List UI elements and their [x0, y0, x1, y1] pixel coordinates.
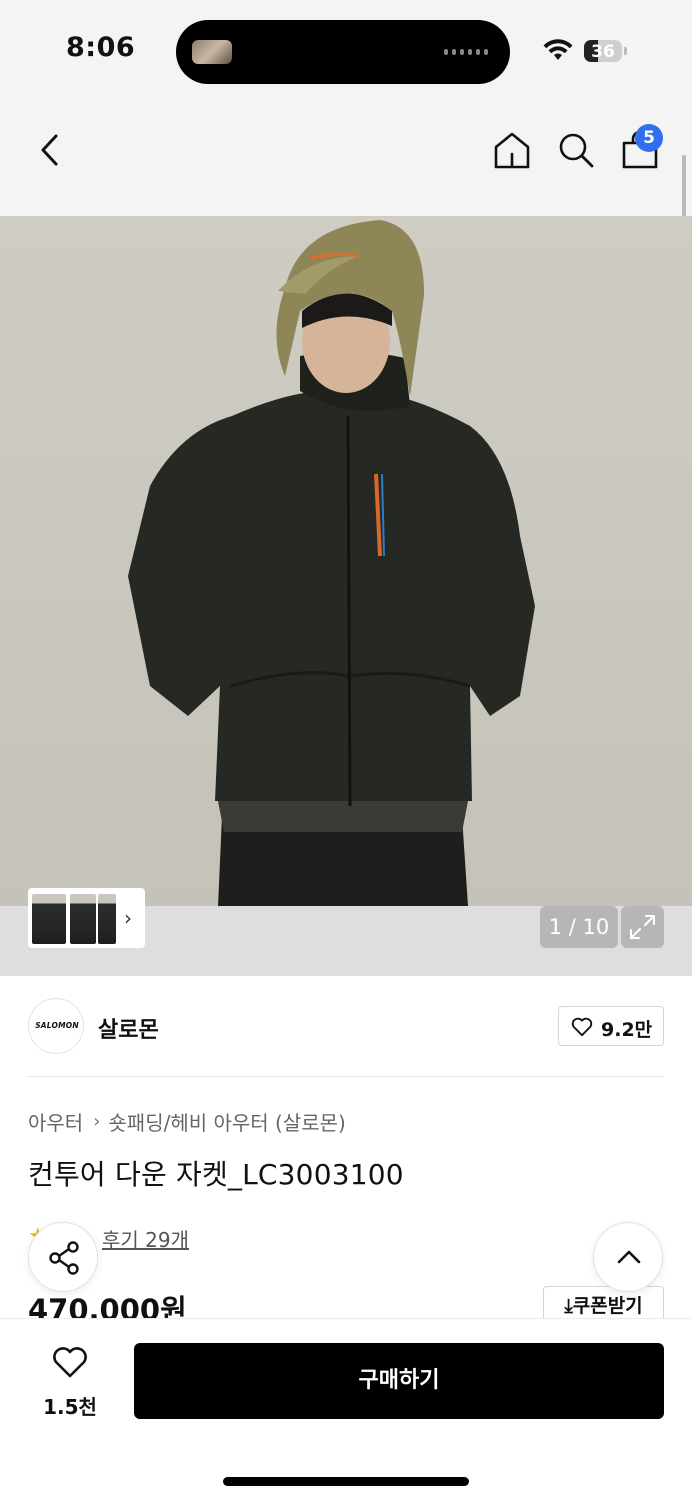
scroll-to-top-button[interactable] — [593, 1222, 663, 1292]
battery-icon: 36 — [584, 40, 622, 62]
breadcrumb-item-outer[interactable]: 아우터 — [28, 1107, 83, 1136]
breadcrumb: 아우터 › 숏패딩/헤비 아우터 (살로몬) — [28, 1107, 346, 1136]
brand-logo[interactable]: SALOMON — [28, 998, 84, 1054]
thumbnail-3[interactable] — [98, 894, 116, 944]
cart-count-badge: 5 — [635, 124, 663, 152]
divider — [28, 1076, 664, 1077]
breadcrumb-item-padding[interactable]: 숏패딩/헤비 아우터 (살로몬) — [108, 1107, 345, 1136]
chevron-up-icon — [617, 1250, 641, 1264]
buy-button[interactable]: 구매하기 — [134, 1343, 664, 1419]
wishlist-count: 1.5천 — [43, 1395, 97, 1419]
chevron-right-icon: › — [93, 1111, 101, 1132]
home-indicator — [223, 1477, 469, 1486]
live-activity-thumbnail — [192, 40, 232, 64]
audio-waveform-icon — [444, 49, 488, 55]
home-icon[interactable] — [492, 130, 532, 170]
review-link[interactable]: 후기 29개 — [102, 1224, 189, 1253]
download-icon: ⤓ — [564, 1295, 573, 1317]
coupon-label: 쿠폰받기 — [572, 1295, 643, 1317]
brand-like-count: 9.2만 — [601, 1019, 653, 1041]
back-icon[interactable] — [34, 130, 66, 170]
gallery-counter: 1 / 10 — [540, 906, 618, 948]
bottom-action-bar: 1.5천 구매하기 — [0, 1318, 692, 1500]
heart-icon — [571, 1017, 593, 1037]
wifi-icon — [543, 39, 573, 60]
product-image-gallery[interactable]: › 1 / 10 — [0, 216, 692, 976]
brand-name[interactable]: 살로몬 — [98, 1012, 159, 1044]
chevron-right-icon: › — [124, 906, 132, 930]
expand-button[interactable] — [621, 906, 664, 948]
wishlist-button[interactable]: 1.5천 — [30, 1343, 110, 1423]
heart-icon — [53, 1347, 87, 1378]
status-time: 8:06 — [66, 32, 136, 63]
gallery-thumbnails[interactable]: › — [28, 888, 145, 948]
top-nav-bar: 5 — [0, 100, 692, 216]
share-icon — [49, 1241, 79, 1275]
search-icon[interactable] — [556, 130, 596, 170]
thumbnail-1[interactable] — [32, 894, 66, 944]
battery-percent: 36 — [591, 42, 615, 62]
dynamic-island — [176, 20, 510, 84]
product-photo — [128, 220, 535, 906]
brand-logo-text: SALOMON — [35, 1021, 79, 1030]
share-button[interactable] — [28, 1222, 98, 1292]
scroll-indicator — [682, 155, 686, 217]
product-title: 컨투어 다운 자켓_LC3003100 — [28, 1158, 404, 1191]
brand-row: SALOMON 살로몬 9.2만 — [0, 976, 692, 1076]
battery-cap — [624, 47, 627, 55]
expand-icon — [630, 915, 655, 939]
thumbnail-2[interactable] — [70, 894, 96, 944]
brand-like-button[interactable]: 9.2만 — [558, 1006, 664, 1046]
status-bar: 8:06 36 — [0, 0, 692, 100]
